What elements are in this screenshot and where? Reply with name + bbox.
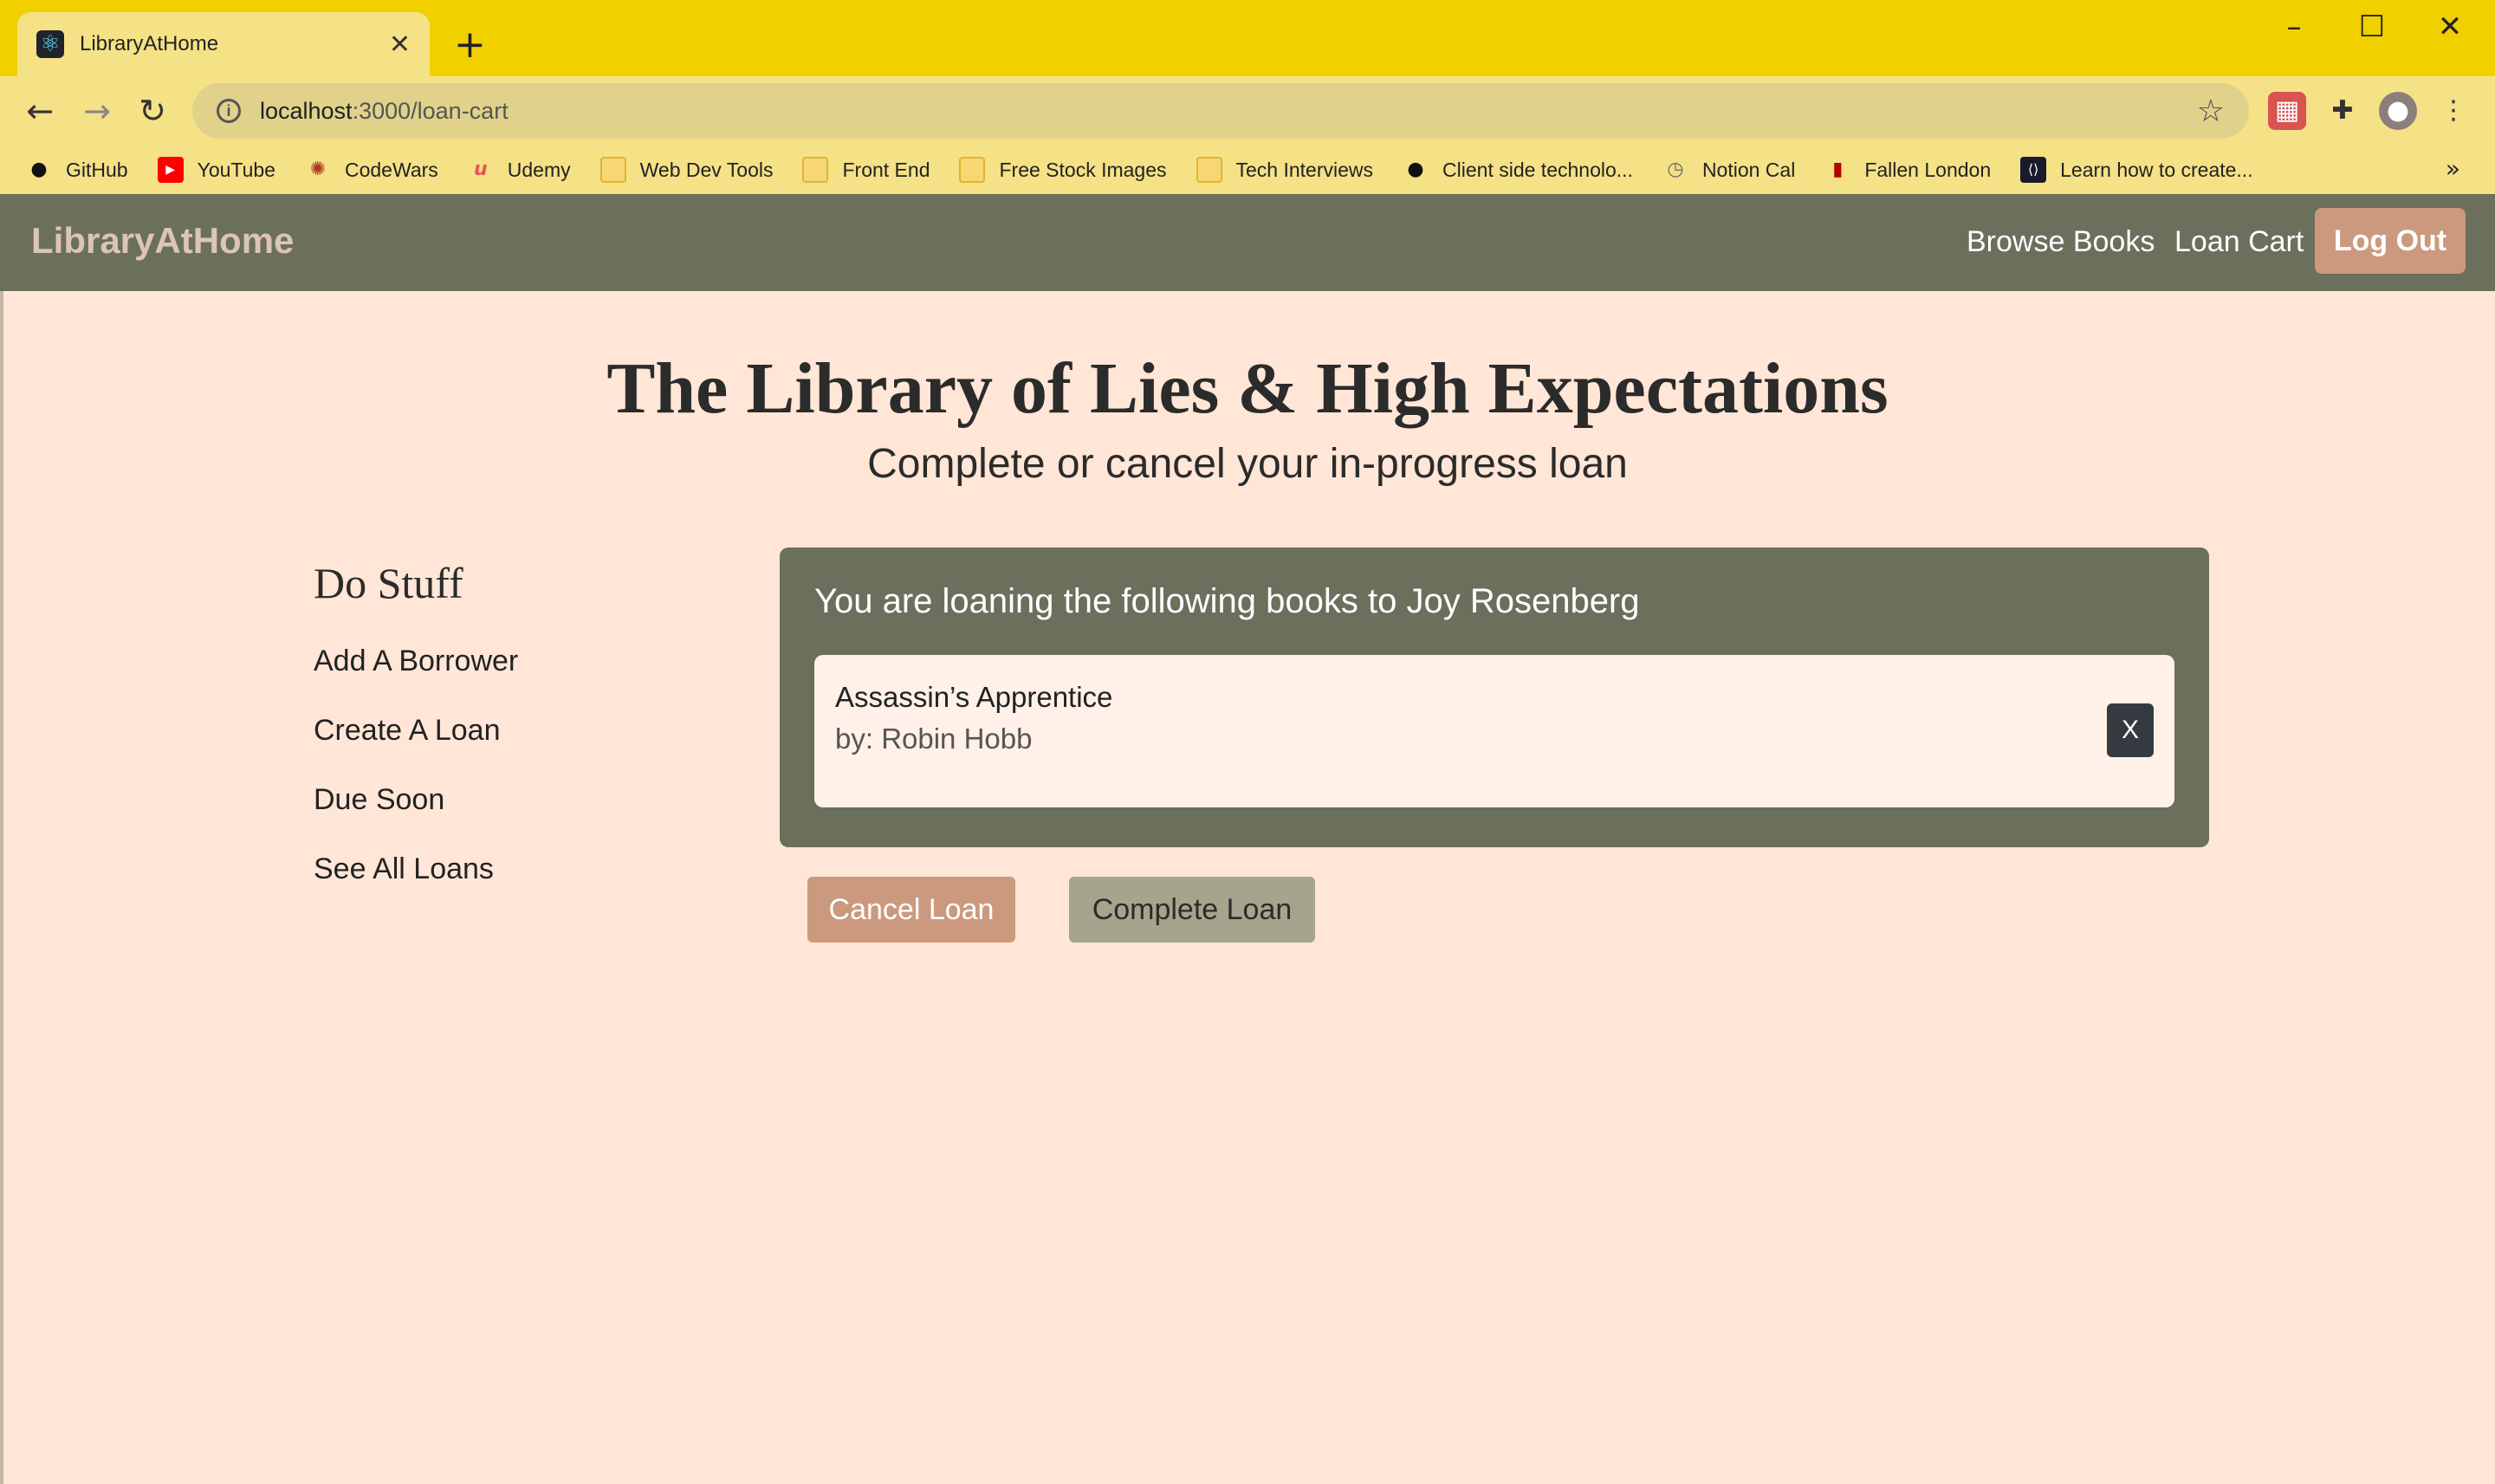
sidebar-item-create-loan[interactable]: Create A Loan	[314, 714, 501, 748]
cancel-loan-button[interactable]: Cancel Loan	[807, 877, 1015, 943]
loan-cart-panel: You are loaning the following books to J…	[780, 548, 2209, 847]
menu-icon[interactable]: ⋮	[2434, 92, 2472, 130]
nav-loan-cart[interactable]: Loan Cart	[2174, 225, 2304, 259]
react-icon: ⚛	[36, 30, 64, 58]
bookmark-tech-interviews[interactable]: Tech Interviews	[1196, 157, 1373, 183]
fallen-london-icon: ▮	[1832, 159, 1844, 180]
window-close-icon[interactable]: ✕	[2424, 7, 2476, 47]
puzzle-icon[interactable]: ✚	[2323, 92, 2362, 130]
forward-icon[interactable]: →	[73, 87, 121, 135]
brand-logo[interactable]: LibraryAtHome	[31, 220, 294, 262]
bookmark-codewars[interactable]: ✺ CodeWars	[305, 157, 438, 183]
cart-heading: You are loaning the following books to J…	[814, 582, 1640, 620]
complete-loan-button[interactable]: Complete Loan	[1069, 877, 1315, 943]
bookmark-notion-cal[interactable]: ◷ Notion Cal	[1662, 157, 1795, 183]
url-text: localhost:3000/loan-cart	[260, 97, 509, 124]
new-tab-icon[interactable]: +	[454, 21, 486, 69]
bookmark-front-end[interactable]: Front End	[802, 157, 930, 183]
udemy-icon: u	[473, 159, 488, 180]
sidebar-heading: Do Stuff	[314, 559, 463, 607]
close-icon[interactable]: ✕	[389, 29, 411, 60]
clock-icon: ◷	[1667, 159, 1684, 180]
nav-browse-books[interactable]: Browse Books	[1967, 225, 2155, 259]
address-bar[interactable]: i localhost:3000/loan-cart ☆	[192, 83, 2249, 139]
folder-icon	[1196, 157, 1222, 183]
sidebar-item-see-all-loans[interactable]: See All Loans	[314, 852, 494, 886]
info-icon[interactable]: i	[217, 99, 241, 123]
minimize-icon[interactable]: –	[2268, 7, 2320, 47]
github-icon: ●	[30, 159, 48, 180]
bookmarks-bar: ● GitHub ▶ YouTube ✺ CodeWars u Udemy Web De…	[0, 146, 2495, 194]
remove-book-button[interactable]: X	[2107, 703, 2154, 757]
sidebar-item-due-soon[interactable]: Due Soon	[314, 783, 444, 817]
browser-toolbar: ← → ↻ i localhost:3000/loan-cart ☆ ▦ ✚ ●…	[0, 76, 2495, 146]
avatar[interactable]: ●	[2379, 92, 2417, 130]
github-icon: ●	[1407, 159, 1424, 180]
tab-title: LibraryAtHome	[80, 32, 219, 55]
bookmark-youtube[interactable]: ▶ YouTube	[157, 157, 275, 183]
extension-icon[interactable]: ▦	[2268, 92, 2306, 130]
bookmark-fallen-london[interactable]: ▮ Fallen London	[1824, 157, 1991, 183]
bookmark-github[interactable]: ● GitHub	[26, 157, 127, 183]
folder-icon	[599, 157, 626, 183]
code-icon: ⟨⟩	[2020, 157, 2047, 183]
reload-icon[interactable]: ↻	[128, 87, 177, 135]
app-navbar: LibraryAtHome Browse Books Loan Cart Log…	[0, 194, 2495, 291]
book-author: by: Robin Hobb	[835, 723, 1033, 755]
sidebar-item-add-borrower[interactable]: Add A Borrower	[314, 645, 518, 678]
browser-tab[interactable]: ⚛ LibraryAtHome ✕	[17, 12, 430, 76]
tab-strip: ⚛ LibraryAtHome ✕ + – ☐ ✕	[0, 0, 2495, 76]
maximize-icon[interactable]: ☐	[2346, 7, 2398, 47]
book-title: Assassin’s Apprentice	[835, 681, 1113, 713]
youtube-icon: ▶	[157, 157, 184, 183]
codewars-icon: ✺	[309, 159, 327, 180]
browser-chrome: ⚛ LibraryAtHome ✕ + – ☐ ✕ ← → ↻ i localh…	[0, 0, 2495, 194]
chevron-right-icon[interactable]: »	[2446, 154, 2460, 183]
folder-icon	[959, 157, 986, 183]
bookmark-client-side[interactable]: ● Client side technolo...	[1403, 157, 1633, 183]
star-icon[interactable]: ☆	[2197, 94, 2225, 129]
bookmark-udemy[interactable]: u Udemy	[468, 157, 571, 183]
page-subtitle: Complete or cancel your in-progress loan	[867, 441, 1628, 487]
page-title: The Library of Lies & High Expectations	[606, 348, 1889, 429]
folder-icon	[802, 157, 829, 183]
bookmark-web-dev-tools[interactable]: Web Dev Tools	[599, 157, 773, 183]
bookmark-learn-how[interactable]: ⟨⟩ Learn how to create...	[2020, 157, 2253, 183]
list-item: Assassin’s Apprentice by: Robin Hobb X	[814, 655, 2174, 807]
bookmark-free-stock-images[interactable]: Free Stock Images	[959, 157, 1167, 183]
back-icon[interactable]: ←	[16, 87, 64, 135]
logout-button[interactable]: Log Out	[2315, 208, 2466, 274]
